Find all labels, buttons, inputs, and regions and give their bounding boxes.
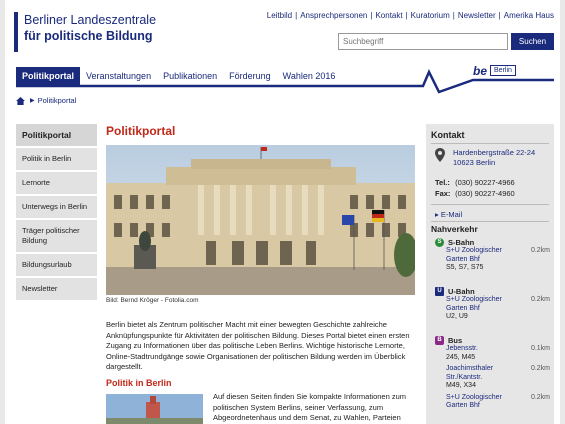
- contact-title: Kontakt: [431, 130, 465, 140]
- divider: [431, 221, 549, 222]
- transit-stop[interactable]: Joachimsthaler Str./Kantstr. M49, X34 0.…: [446, 365, 554, 391]
- sidebar: Politikportal Politik in Berlin Lernorte…: [16, 124, 97, 302]
- divider: [431, 143, 549, 144]
- berlin-logo-box: Berlin: [490, 65, 516, 76]
- nahverkehr-title: Nahverkehr: [431, 224, 478, 234]
- transit-bus: B Bus Jebensstr. 245, M45 0.1km Joachimst…: [435, 335, 554, 411]
- sidebar-item-politik-in-berlin[interactable]: Politik in Berlin: [16, 148, 97, 172]
- breadcrumb: ▶ Politikportal: [16, 96, 76, 105]
- nav-politikportal[interactable]: Politikportal: [16, 67, 81, 86]
- breadcrumb-current[interactable]: Politikportal: [38, 96, 77, 105]
- stop-name: S+U Zoologischer Garten Bhf: [446, 393, 502, 410]
- address-line1: Hardenbergstraße 22-24: [453, 148, 536, 157]
- fax-label: Fax:: [435, 189, 451, 198]
- stop-lines: U2, U9: [446, 313, 468, 320]
- tel-number: (030) 90227-4966: [455, 178, 515, 187]
- nav-foerderung[interactable]: Förderung: [223, 67, 277, 86]
- be-berlin-logo[interactable]: be Berlin: [473, 62, 516, 79]
- sidebar-item-bildungsurlaub[interactable]: Bildungsurlaub: [16, 254, 97, 278]
- address-line2: 10623 Berlin: [453, 158, 496, 167]
- parliament-photo: [106, 145, 415, 295]
- stop-distance: 0.2km: [530, 365, 550, 372]
- be-logo-text: be: [473, 63, 488, 78]
- stop-name: Jebensstr.: [446, 345, 478, 352]
- page: Berliner Landeszentrale für politische B…: [5, 0, 560, 424]
- stop-lines: 245, M45: [446, 353, 476, 361]
- transit-type: U-Bahn: [448, 286, 475, 296]
- sidebar-item-politikportal[interactable]: Politikportal: [16, 124, 97, 148]
- nav-wahlen-2016[interactable]: Wahlen 2016: [277, 67, 342, 86]
- section-title-politik-in-berlin[interactable]: Politik in Berlin: [106, 378, 172, 388]
- fax-number: (030) 90227-4960: [455, 189, 515, 198]
- nav-publikationen[interactable]: Publikationen: [157, 67, 223, 86]
- stop-lines: S5, S7, S75: [446, 264, 484, 271]
- stop-distance: 0.1km: [530, 345, 550, 352]
- map-pin-icon: [435, 148, 445, 162]
- thumbnail-image[interactable]: [106, 394, 203, 424]
- stop-name: S+U Zoologischer Garten Bhf: [446, 296, 502, 312]
- contact-sidebar: Kontakt Hardenbergstraße 22-24 10623 Ber…: [426, 124, 554, 424]
- stop-name: S+U Zoologischer Garten Bhf: [446, 247, 502, 263]
- bus-icon: B: [435, 335, 444, 345]
- section-text: Auf diesen Seiten finden Sie kompakte In…: [213, 392, 407, 424]
- ubahn-icon: U: [435, 286, 444, 296]
- page-title: Politikportal: [106, 124, 176, 138]
- transit-sbahn: S S-Bahn S+U Zoologischer Garten Bhf S5, …: [435, 237, 554, 273]
- intro-text: Berlin bietet als Zentrum politischer Ma…: [106, 320, 410, 371]
- transit-type: S-Bahn: [448, 237, 475, 247]
- transit-stop[interactable]: S+U Zoologischer Garten Bhf 0.2km: [446, 394, 554, 411]
- sidebar-item-unterwegs[interactable]: Unterwegs in Berlin: [16, 196, 97, 220]
- sidebar-item-traeger[interactable]: Träger politischer Bildung: [16, 220, 97, 254]
- home-icon[interactable]: [16, 96, 25, 105]
- stop-distance: 0.2km: [530, 247, 550, 254]
- sbahn-icon: S: [435, 237, 444, 247]
- photo-caption: Bild: Bernd Kröger - Fotolia.com: [106, 297, 199, 304]
- transit-stop[interactable]: S+U Zoologischer Garten Bhf S5, S7, S75 …: [446, 247, 554, 273]
- sidebar-item-newsletter[interactable]: Newsletter: [16, 278, 97, 302]
- transit-type: Bus: [448, 335, 463, 345]
- main-content: Politikportal Bild: Bernd Kröger - Fotol…: [106, 124, 415, 424]
- email-label: E-Mail: [440, 210, 463, 219]
- chevron-right-icon: ▶: [30, 98, 35, 104]
- stop-lines: M49, X34: [446, 382, 476, 389]
- divider: [431, 204, 549, 205]
- stop-distance: 0.2km: [530, 393, 550, 401]
- transit-stop[interactable]: S+U Zoologischer Garten Bhf U2, U9 0.2km: [446, 296, 554, 322]
- stop-name: Joachimsthaler Str./Kantstr.: [446, 365, 494, 381]
- transit-ubahn: U U-Bahn S+U Zoologischer Garten Bhf U2, …: [435, 286, 554, 322]
- email-link[interactable]: ▸ E-Mail: [435, 210, 462, 219]
- nav-veranstaltungen[interactable]: Veranstaltungen: [80, 67, 157, 86]
- sidebar-item-lernorte[interactable]: Lernorte: [16, 172, 97, 196]
- stop-distance: 0.2km: [530, 296, 550, 303]
- tel-label: Tel.:: [435, 178, 450, 187]
- phone-block: Tel.: (030) 90227-4966 Fax: (030) 90227-…: [435, 177, 515, 199]
- main-nav: Politikportal Veranstaltungen Publikatio…: [16, 67, 341, 86]
- address-link[interactable]: Hardenbergstraße 22-24 10623 Berlin: [453, 148, 535, 168]
- transit-stop[interactable]: Jebensstr. 245, M45 0.1km: [446, 345, 554, 362]
